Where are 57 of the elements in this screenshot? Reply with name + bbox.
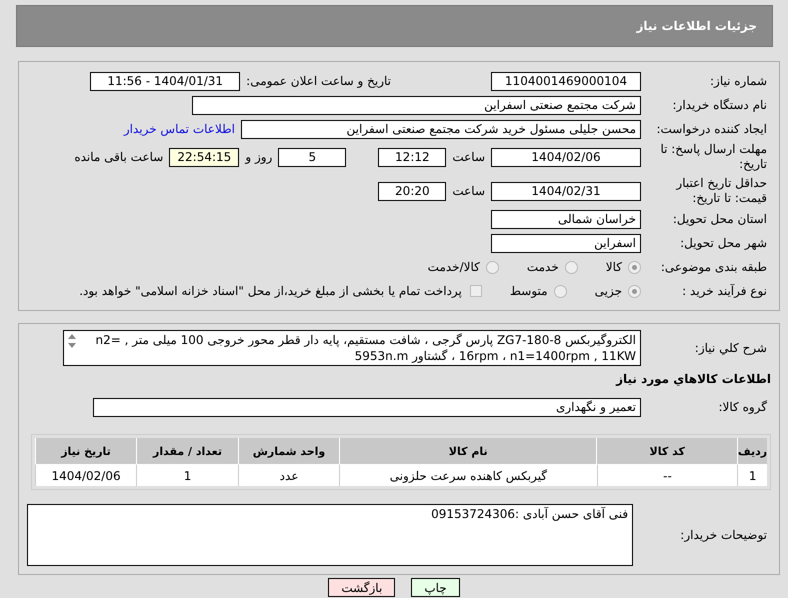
back-button[interactable]: بازگشت: [328, 578, 396, 597]
table-cell: عدد: [238, 464, 340, 486]
radio-button[interactable]: [486, 260, 499, 274]
option-label: خدمت: [526, 260, 559, 274]
time-label: ساعت: [452, 184, 485, 198]
notes-box[interactable]: فنی آقای حسن آبادی :09153724306: [27, 504, 634, 566]
checkbox[interactable]: [470, 285, 482, 297]
field-label: حداقل تاریخ اعتبار قیمت: تا تاریخ:: [674, 176, 768, 206]
column-header: نام کالا: [338, 438, 596, 464]
option-label: کالا: [606, 260, 622, 274]
option-label: جزیی: [594, 284, 622, 298]
field-value: 1104001469000104: [491, 72, 641, 90]
field-label: نام دستگاه خریدار:: [672, 98, 768, 112]
field-value: 1404/02/31: [491, 182, 641, 200]
checkbox-label: پرداخت تمام یا بخشی از مبلغ خرید،از محل "اسناد خزانه اسلامی" خواهد بود.: [79, 284, 462, 298]
buyer-contact-link[interactable]: اطلاعات تماس خریدار: [124, 122, 235, 136]
section-heading: اطلاعات کالاهاي مورد نياز: [614, 372, 771, 386]
field-label: توضیحات خریدار:: [679, 528, 768, 542]
field-value: 1404/01/31 - 11:56: [90, 72, 240, 90]
field-label: استان محل تحویل:: [672, 212, 768, 226]
field-label: تاریخ و ساعت اعلان عمومی:: [246, 74, 391, 88]
description-box[interactable]: الکتروگیربکس ZG7-180-8 پارس گرجی ، شافت مستقیم، پایه دار قطر محور خروجی 100 میلی متر , n2= 16rpm ، n1=1400rpm , 11KW ، گشتاور 5953n.m: [63, 330, 641, 366]
field-value: 1404/02/06: [491, 148, 641, 166]
field-label: شرح کلي نياز:: [694, 340, 768, 356]
option-label: کالا/خدمت: [428, 260, 480, 274]
time-label: ساعت: [452, 150, 485, 164]
field-label: ایجاد کننده درخواست:: [655, 122, 768, 136]
table-cell: 1: [136, 464, 238, 486]
option-label: متوسط: [510, 284, 548, 298]
table-cell: 1: [737, 464, 767, 486]
radio-button[interactable]: [628, 260, 641, 274]
column-header: تاریخ نیاز: [35, 438, 136, 464]
table-cell: گیربکس کاهنده سرعت حلزونی: [339, 464, 597, 486]
print-button[interactable]: چاپ: [411, 578, 460, 597]
field-value: 5: [278, 148, 346, 166]
scroll-arrows-icon[interactable]: [67, 333, 77, 349]
remaining-label: ساعت باقی مانده: [74, 150, 164, 164]
page-title: جزئیات اطلاعات نیاز: [636, 19, 757, 33]
field-value: 12:12: [378, 148, 446, 166]
field-label: طبقه بندی موضوعی:: [660, 260, 768, 274]
field-value: 20:20: [378, 182, 446, 200]
radio-button[interactable]: [628, 284, 641, 298]
radio-button[interactable]: [554, 284, 567, 298]
field-label: شماره نیاز:: [709, 74, 768, 88]
field-label: گروه کالا:: [718, 400, 768, 414]
table-cell: --: [596, 464, 738, 486]
field-label: نوع فرآیند خرید :: [681, 284, 768, 298]
field-label: مهلت ارسال پاسخ: تا تاریخ:: [659, 142, 768, 172]
column-header: کد کالا: [596, 438, 737, 464]
countdown-field: 22:54:15: [169, 148, 240, 166]
days-label: روز و: [245, 150, 272, 164]
column-header: تعداد / مقدار: [136, 438, 238, 464]
radio-button[interactable]: [564, 260, 578, 274]
column-header: واحد شمارش: [238, 438, 339, 464]
column-header: ردیف: [737, 438, 767, 464]
field-label: شهر محل تحویل:: [679, 236, 768, 250]
table-cell: 1404/02/06: [35, 464, 136, 486]
